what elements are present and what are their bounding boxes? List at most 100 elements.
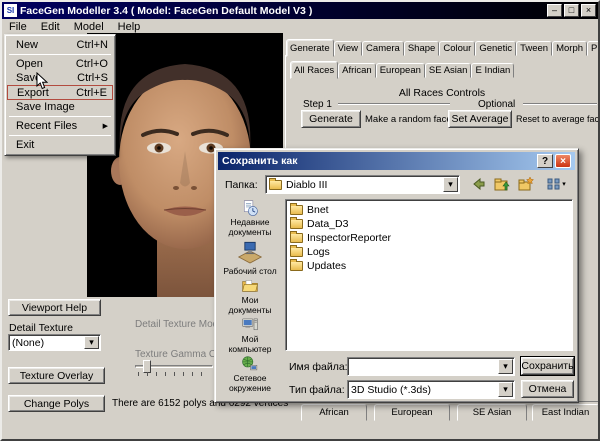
bottom-tab-european[interactable]: European bbox=[374, 404, 450, 421]
tab-shape[interactable]: Shape bbox=[404, 41, 439, 56]
view-menu-icon bbox=[546, 176, 562, 192]
desktop-icon bbox=[236, 238, 264, 266]
race-tab-se-asian[interactable]: SE Asian bbox=[425, 63, 472, 78]
file-row[interactable]: Logs bbox=[288, 245, 570, 259]
mouse-cursor-icon bbox=[36, 72, 48, 93]
app-logo-icon: SI bbox=[4, 4, 17, 17]
viewport-help-button[interactable]: Viewport Help bbox=[8, 299, 101, 316]
file-row[interactable]: Bnet bbox=[288, 203, 570, 217]
place-desktop[interactable]: Рабочий стол bbox=[221, 238, 279, 276]
file-row[interactable]: Updates bbox=[288, 259, 570, 273]
race-tab-african[interactable]: African bbox=[338, 63, 376, 78]
tab-colour[interactable]: Colour bbox=[439, 41, 475, 56]
menu-item-new[interactable]: New Ctrl+N bbox=[7, 38, 113, 52]
menu-separator bbox=[9, 116, 111, 117]
help-button[interactable]: ? bbox=[537, 154, 553, 168]
tab-genetic[interactable]: Genetic bbox=[475, 41, 516, 56]
folder-icon bbox=[290, 261, 303, 271]
chevron-down-icon[interactable] bbox=[84, 336, 99, 349]
dialog-title: Сохранить как bbox=[222, 155, 535, 167]
cancel-button[interactable]: Отмена bbox=[521, 380, 574, 398]
menu-separator bbox=[9, 54, 111, 55]
detail-texture-mod-label: Detail Texture Mod bbox=[135, 319, 218, 330]
detail-texture-combobox[interactable]: (None) bbox=[8, 334, 101, 351]
set-average-button[interactable]: Set Average bbox=[448, 110, 512, 128]
chevron-down-icon[interactable] bbox=[498, 359, 513, 374]
place-recent-documents[interactable]: Недавние документы bbox=[221, 199, 279, 237]
menu-item-recent-files[interactable]: Recent Files ▶ bbox=[7, 119, 113, 133]
folder-combobox[interactable]: Diablo III bbox=[265, 175, 460, 194]
dialog-title-bar: Сохранить как ? × bbox=[218, 152, 575, 170]
menu-item-export[interactable]: Export Ctrl+E bbox=[7, 85, 113, 100]
bottom-tab-se-asian[interactable]: SE Asian bbox=[457, 404, 527, 421]
place-label: Сетевое окружение bbox=[221, 374, 279, 393]
menu-help[interactable]: Help bbox=[111, 20, 148, 34]
texture-overlay-button[interactable]: Texture Overlay bbox=[8, 367, 105, 384]
save-button[interactable]: Сохранить bbox=[521, 357, 574, 375]
menu-file[interactable]: File bbox=[2, 20, 34, 34]
folder-icon bbox=[290, 233, 303, 243]
tab-view[interactable]: View bbox=[334, 41, 362, 56]
menu-separator bbox=[9, 135, 111, 136]
place-my-computer[interactable]: Мой компьютер bbox=[221, 316, 279, 354]
menu-item-save[interactable]: Save Ctrl+S bbox=[7, 71, 113, 85]
bottom-tab-african[interactable]: African bbox=[301, 404, 367, 421]
back-button[interactable] bbox=[467, 174, 489, 194]
place-network[interactable]: Сетевое окружение bbox=[221, 355, 279, 393]
file-row[interactable]: InspectorReporter bbox=[288, 231, 570, 245]
up-one-level-button[interactable] bbox=[491, 174, 513, 194]
main-tab-bar: Generate View Camera Shape Colour Geneti… bbox=[286, 37, 600, 56]
generate-hint: Make a random face bbox=[365, 114, 452, 125]
tab-generate[interactable]: Generate bbox=[286, 39, 334, 57]
file-name: Bnet bbox=[307, 204, 329, 216]
filename-input[interactable] bbox=[351, 358, 498, 375]
new-folder-button[interactable] bbox=[515, 174, 537, 194]
tab-camera[interactable]: Camera bbox=[362, 41, 404, 56]
menu-model[interactable]: Model bbox=[67, 20, 111, 34]
folder-label: Папка: bbox=[225, 179, 258, 191]
menu-edit[interactable]: Edit bbox=[34, 20, 67, 34]
race-tab-e-indian[interactable]: E Indian bbox=[471, 63, 514, 78]
chevron-down-icon[interactable] bbox=[498, 382, 513, 397]
menu-item-shortcut: Ctrl+N bbox=[77, 39, 108, 51]
menu-item-exit[interactable]: Exit bbox=[7, 138, 113, 152]
my-documents-icon bbox=[236, 277, 264, 295]
tab-photofit[interactable]: PhotoFit bbox=[587, 41, 600, 56]
place-label: Мой компьютер bbox=[221, 335, 279, 354]
filetype-combobox[interactable]: 3D Studio (*.3ds) bbox=[347, 380, 515, 399]
generate-button[interactable]: Generate bbox=[301, 110, 361, 128]
menu-item-label: Recent Files bbox=[16, 120, 77, 132]
place-my-documents[interactable]: Мои документы bbox=[221, 277, 279, 315]
step1-separator bbox=[338, 103, 450, 105]
menu-item-shortcut: Ctrl+O bbox=[76, 58, 108, 70]
menu-item-open[interactable]: Open Ctrl+O bbox=[7, 57, 113, 71]
menu-item-label: New bbox=[16, 39, 38, 51]
filetype-value: 3D Studio (*.3ds) bbox=[351, 384, 431, 396]
optional-label: Optional bbox=[478, 99, 515, 110]
tab-morph[interactable]: Morph bbox=[552, 41, 587, 56]
bottom-tab-east-indian[interactable]: East Indian bbox=[532, 404, 599, 421]
tab-tween[interactable]: Tween bbox=[516, 41, 552, 56]
texture-gamma-slider[interactable] bbox=[135, 359, 213, 376]
view-menu-button[interactable]: ▾ bbox=[541, 174, 571, 194]
my-computer-icon bbox=[236, 316, 264, 334]
title-bar: SI FaceGen Modeller 3.4 ( Model: FaceGen… bbox=[2, 2, 598, 19]
close-button[interactable]: × bbox=[581, 4, 596, 17]
file-row[interactable]: Data_D3 bbox=[288, 217, 570, 231]
maximize-button[interactable]: □ bbox=[564, 4, 579, 17]
race-tab-european[interactable]: European bbox=[376, 63, 425, 78]
menu-item-save-image[interactable]: Save Image bbox=[7, 100, 113, 114]
slider-ticks bbox=[138, 372, 210, 376]
race-tab-all-races[interactable]: All Races bbox=[290, 61, 338, 79]
change-polys-button[interactable]: Change Polys bbox=[8, 395, 105, 412]
filename-combobox bbox=[347, 357, 515, 376]
window-controls: – □ × bbox=[547, 4, 596, 17]
minimize-button[interactable]: – bbox=[547, 4, 562, 17]
filetype-label: Тип файла: bbox=[289, 384, 345, 396]
open-folder-icon bbox=[269, 180, 282, 190]
detail-texture-value: (None) bbox=[12, 337, 44, 349]
dialog-close-button[interactable]: × bbox=[555, 154, 571, 168]
menu-item-shortcut: Ctrl+S bbox=[77, 72, 108, 84]
chevron-down-icon[interactable] bbox=[443, 177, 458, 192]
back-arrow-icon bbox=[470, 176, 486, 192]
